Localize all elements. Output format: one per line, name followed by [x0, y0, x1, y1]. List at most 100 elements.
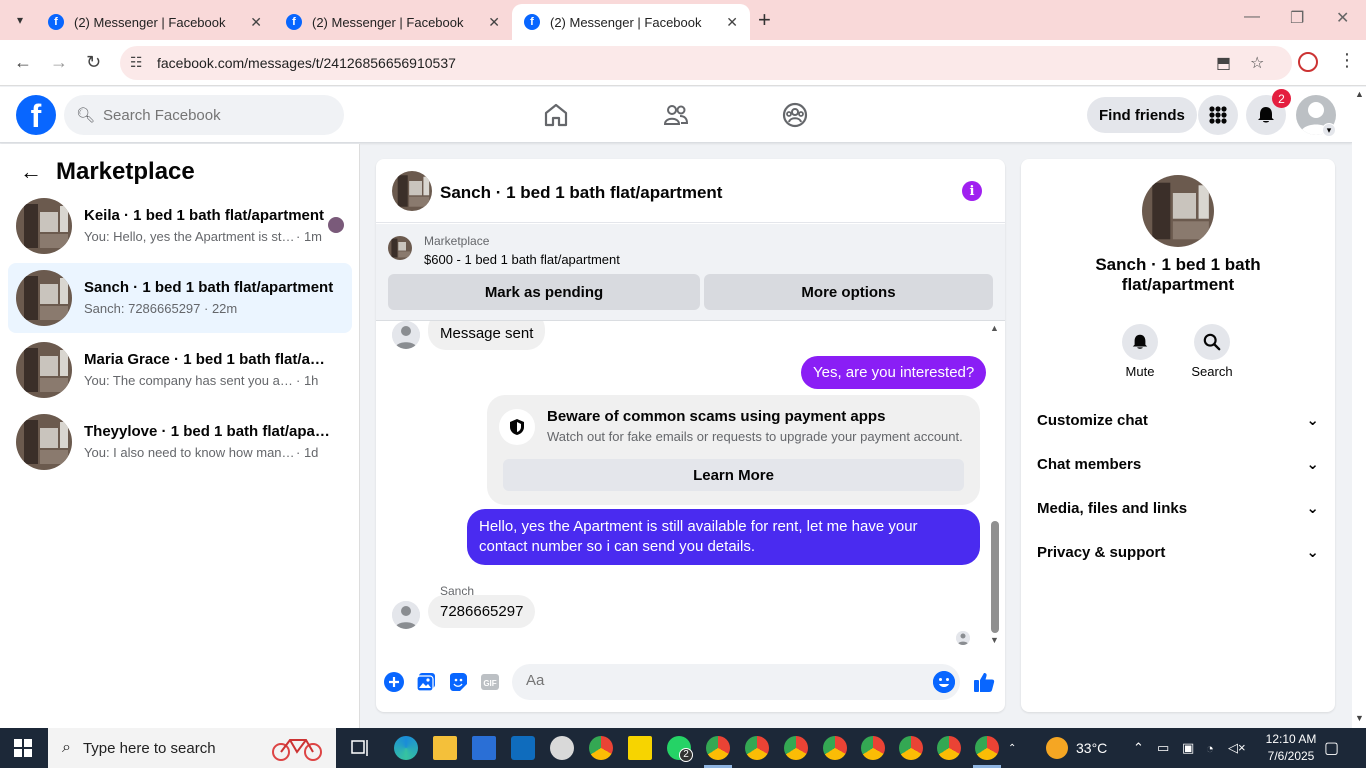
windows-start-icon[interactable]: [14, 739, 32, 757]
back-arrow-icon[interactable]: ←: [20, 159, 42, 185]
tray-expand-icon[interactable]: ⌃: [1133, 728, 1144, 768]
customize-chat-section[interactable]: Customize chat ⌄: [1037, 406, 1319, 434]
notification-center-icon[interactable]: ▢: [1324, 728, 1339, 768]
file-explorer-icon[interactable]: [433, 736, 457, 760]
scroll-up-arrow-icon[interactable]: ▲: [1355, 89, 1364, 99]
wifi-icon[interactable]: ◔: [1206, 728, 1214, 768]
chat-listing-thumbnail[interactable]: [392, 171, 432, 211]
taskbar-scroll-icon[interactable]: ⌃: [1008, 728, 1016, 768]
chrome-profile-icon[interactable]: [823, 736, 847, 760]
battery-icon[interactable]: ▭: [1157, 728, 1169, 768]
thread-scrollbar-thumb[interactable]: [991, 521, 999, 633]
browser-menu-icon[interactable]: ⋮: [1338, 50, 1356, 71]
conversation-item[interactable]: Keila · 1 bed 1 bath flat/apartment You:…: [8, 191, 352, 261]
browser-profile-icon[interactable]: [1298, 52, 1318, 72]
weather-widget[interactable]: 33°C: [1046, 728, 1107, 768]
close-tab-icon[interactable]: ✕: [250, 14, 262, 31]
chrome-profile-icon[interactable]: [975, 736, 999, 760]
search-in-chat-button[interactable]: Search: [1182, 324, 1242, 379]
sticky-notes-icon[interactable]: [628, 736, 652, 760]
chevron-down-icon: ⌄: [1306, 456, 1319, 473]
photo-icon[interactable]: [415, 671, 437, 693]
chat-title[interactable]: Sanch · 1 bed 1 bath flat/apartment: [440, 183, 722, 203]
tab-search-button[interactable]: ▾: [8, 8, 32, 32]
conversation-time: · 1d: [296, 445, 319, 460]
back-button[interactable]: ←: [14, 52, 32, 73]
search-box[interactable]: 🔍︎: [64, 95, 344, 135]
close-tab-icon[interactable]: ✕: [488, 14, 500, 31]
conversation-item[interactable]: Theyylove · 1 bed 1 bath flat/apartment …: [8, 407, 352, 477]
chrome-profile-icon[interactable]: [784, 736, 808, 760]
task-view-icon[interactable]: [349, 736, 373, 760]
reload-button[interactable]: ↻: [86, 52, 101, 73]
site-info-icon[interactable]: ☷: [130, 54, 143, 71]
taskbar-search-box[interactable]: ⌕ Type here to search: [48, 728, 336, 768]
bookmark-star-icon[interactable]: ☆: [1250, 53, 1264, 73]
minimize-icon[interactable]: —: [1244, 8, 1260, 26]
chrome-profile-icon[interactable]: [937, 736, 961, 760]
conversation-item[interactable]: Maria Grace · 1 bed 1 bath flat/apartmen…: [8, 335, 352, 405]
chrome-profile-icon[interactable]: [899, 736, 923, 760]
taskbar-search-placeholder: Type here to search: [82, 739, 216, 757]
whatsapp-icon[interactable]: 2: [667, 736, 693, 762]
more-options-button[interactable]: More options: [704, 274, 993, 310]
url-text[interactable]: facebook.com/messages/t/2412685665691053…: [157, 55, 456, 71]
emoji-icon[interactable]: [933, 671, 955, 693]
restore-icon[interactable]: ❐: [1290, 8, 1304, 28]
conversation-item[interactable]: Sanch · 1 bed 1 bath flat/apartment Sanc…: [8, 263, 352, 333]
scam-warning-body: Watch out for fake emails or requests to…: [547, 429, 963, 444]
media-files-links-section[interactable]: Media, files and links ⌄: [1037, 494, 1319, 522]
find-friends-button[interactable]: Find friends: [1087, 97, 1197, 133]
groups-icon[interactable]: [781, 101, 809, 129]
account-chevron-icon[interactable]: ▾: [1322, 123, 1336, 137]
edge-browser-icon[interactable]: [394, 736, 418, 760]
chat-members-section[interactable]: Chat members ⌄: [1037, 450, 1319, 478]
thumbs-up-icon[interactable]: [972, 671, 996, 693]
mute-button[interactable]: Mute: [1110, 324, 1170, 379]
message-input[interactable]: [526, 672, 906, 689]
chrome-profile-icon[interactable]: [745, 736, 769, 760]
chat-listing-photo[interactable]: [1142, 175, 1214, 247]
outlook-icon[interactable]: [511, 736, 535, 760]
menu-grid-button[interactable]: [1198, 95, 1238, 135]
facebook-logo-icon[interactable]: f: [16, 95, 56, 135]
chrome-icon[interactable]: [589, 736, 613, 760]
volume-icon[interactable]: ◁×: [1228, 728, 1246, 768]
browser-tab-2[interactable]: f (2) Messenger | Facebook ✕: [274, 4, 512, 40]
omnibox[interactable]: ☷ facebook.com/messages/t/24126856656910…: [120, 46, 1292, 80]
mark-as-pending-button[interactable]: Mark as pending: [388, 274, 700, 310]
chevron-down-icon: ⌄: [1306, 412, 1319, 429]
home-icon[interactable]: [542, 101, 570, 129]
message-thread: Message sent Yes, are you interested? Be…: [376, 321, 1005, 651]
page-scrollbar[interactable]: ▲ ▼: [1352, 87, 1366, 728]
friends-icon[interactable]: [662, 101, 690, 129]
close-tab-icon[interactable]: ✕: [726, 14, 738, 31]
chrome-profile-icon[interactable]: [861, 736, 885, 760]
chrome-profile-icon[interactable]: [706, 736, 730, 760]
gif-icon[interactable]: GIF: [479, 671, 501, 693]
listing-price[interactable]: $600 - 1 bed 1 bath flat/apartment: [424, 252, 620, 267]
sticker-icon[interactable]: [447, 671, 469, 693]
microsoft-store-icon[interactable]: [472, 736, 496, 760]
system-clock[interactable]: 12:10 AM 7/6/2025: [1256, 731, 1326, 765]
search-icon: ⌕: [62, 739, 71, 756]
meet-now-icon[interactable]: ▣: [1182, 728, 1194, 768]
conversation-snippet: You: The company has sent you an email: [84, 373, 296, 388]
thread-scroll-down-icon[interactable]: ▼: [990, 635, 999, 645]
plus-icon[interactable]: [383, 671, 405, 693]
forward-button[interactable]: →: [50, 52, 68, 73]
browser-tab-1[interactable]: f (2) Messenger | Facebook ✕: [36, 4, 274, 40]
paint-icon[interactable]: [550, 736, 574, 760]
scroll-down-arrow-icon[interactable]: ▼: [1355, 713, 1364, 723]
search-input[interactable]: [103, 106, 324, 124]
browser-tab-3[interactable]: f (2) Messenger | Facebook ✕: [512, 4, 750, 40]
learn-more-button[interactable]: Learn More: [503, 459, 964, 491]
window-close-icon[interactable]: ✕: [1336, 8, 1349, 28]
privacy-support-section[interactable]: Privacy & support ⌄: [1037, 538, 1319, 566]
thread-scroll-up-icon[interactable]: ▲: [990, 323, 999, 333]
section-label: Customize chat: [1037, 411, 1148, 429]
new-tab-button[interactable]: +: [758, 8, 771, 32]
info-icon[interactable]: i: [962, 181, 982, 201]
install-app-icon[interactable]: ⬒: [1216, 53, 1231, 73]
message-input-wrapper[interactable]: [512, 664, 960, 700]
